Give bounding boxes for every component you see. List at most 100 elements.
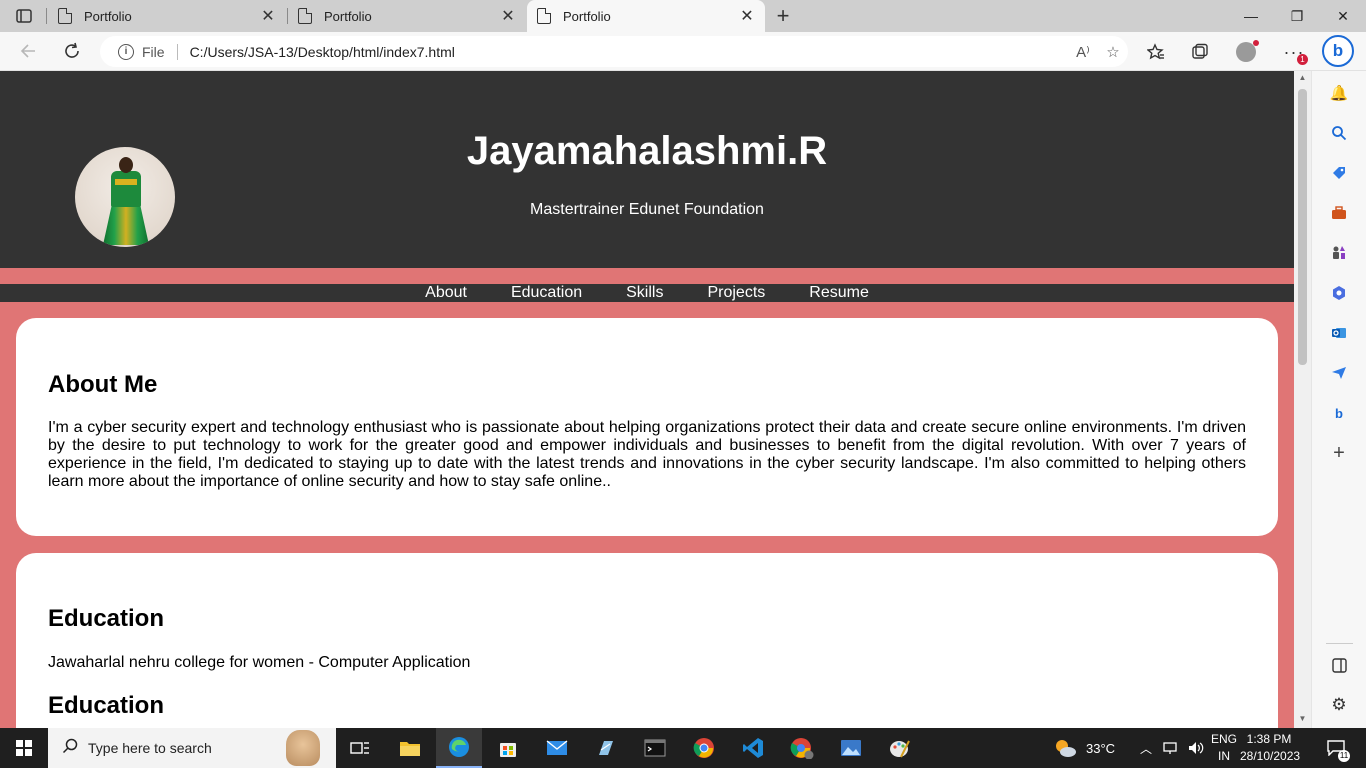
- tab-1[interactable]: Portfolio ✕: [48, 0, 286, 32]
- file-explorer-icon[interactable]: [387, 728, 433, 768]
- address-bar[interactable]: i File C:/Users/JSA-13/Desktop/html/inde…: [100, 36, 1128, 67]
- games-icon[interactable]: [1329, 243, 1349, 263]
- add-icon[interactable]: +: [1329, 442, 1349, 464]
- bing-copilot-button[interactable]: b: [1322, 35, 1354, 67]
- search-placeholder: Type here to search: [88, 740, 212, 756]
- gear-icon[interactable]: ⚙: [1329, 695, 1349, 715]
- new-tab-button[interactable]: +: [772, 4, 794, 28]
- start-button[interactable]: [0, 728, 48, 768]
- tab-title: Portfolio: [84, 8, 132, 24]
- edge-browser-icon[interactable]: [436, 728, 482, 768]
- weather-temperature: 33°C: [1086, 740, 1116, 756]
- favorites-icon[interactable]: [1144, 40, 1168, 64]
- system-tray: ︿: [1140, 728, 1204, 768]
- search-icon: [62, 738, 78, 759]
- microsoft-store-icon[interactable]: [485, 728, 531, 768]
- clock-date: 28/10/2023: [1240, 749, 1301, 763]
- bing-icon[interactable]: b: [1329, 403, 1349, 423]
- notification-badge: 1: [1297, 54, 1308, 65]
- back-arrow-icon: [20, 44, 35, 58]
- notification-center-button[interactable]: 11: [1316, 728, 1356, 768]
- tab-title: Portfolio: [324, 8, 372, 24]
- address-separator: [176, 43, 178, 60]
- notepad-app-icon[interactable]: [583, 728, 629, 768]
- split-screen-icon[interactable]: [1329, 655, 1349, 675]
- about-text: I'm a cyber security expert and technolo…: [48, 419, 1246, 490]
- paint-icon[interactable]: [877, 728, 923, 768]
- site-nav: About Education Skills Projects Resume: [0, 284, 1294, 302]
- refresh-icon: [65, 42, 79, 58]
- collections-icon[interactable]: [1188, 40, 1212, 64]
- back-button[interactable]: [15, 39, 41, 63]
- edge-sidebar: 🔔 b + ⚙: [1311, 71, 1366, 728]
- volume-icon[interactable]: [1188, 741, 1204, 755]
- add-favorite-icon[interactable]: ☆: [1098, 43, 1128, 61]
- chrome-profile-icon[interactable]: [779, 728, 825, 768]
- bell-icon[interactable]: 🔔: [1329, 83, 1349, 103]
- tab-separator: [46, 8, 47, 24]
- taskbar-clock[interactable]: 1:38 PM 28/10/2023: [1240, 731, 1301, 765]
- education-entry: Jawaharlal nehru college for women - Com…: [48, 654, 471, 671]
- read-aloud-icon[interactable]: A⁾: [1068, 43, 1098, 61]
- education-card: Education Jawaharlal nehru college for w…: [16, 553, 1278, 728]
- page-icon: [298, 8, 312, 24]
- scroll-down-icon[interactable]: ▼: [1298, 714, 1307, 724]
- close-icon[interactable]: ✕: [500, 6, 516, 26]
- site-header: Jayamahalashmi.R Mastertrainer Edunet Fo…: [0, 71, 1294, 268]
- page-icon: [58, 8, 72, 24]
- region-code: IN: [1218, 749, 1230, 763]
- site-name: Jayamahalashmi.R: [466, 129, 828, 173]
- nav-skills-link[interactable]: Skills: [626, 284, 663, 302]
- close-icon[interactable]: ✕: [260, 6, 276, 26]
- task-view-icon[interactable]: [337, 728, 383, 768]
- notification-count-badge: 11: [1338, 750, 1350, 762]
- taskbar-search-box[interactable]: Type here to search: [48, 728, 336, 768]
- weather-widget[interactable]: 33°C: [1052, 728, 1115, 768]
- vscode-icon[interactable]: [730, 728, 776, 768]
- nav-education-link[interactable]: Education: [511, 284, 582, 302]
- refresh-button[interactable]: [59, 39, 85, 63]
- weather-sun-icon: [1056, 740, 1076, 757]
- restore-button[interactable]: ❐: [1274, 0, 1320, 32]
- sidebar-separator: [1326, 643, 1353, 644]
- scroll-thumb[interactable]: [1298, 89, 1307, 365]
- clock-time: 1:38 PM: [1246, 732, 1292, 746]
- scroll-up-icon[interactable]: ▲: [1298, 73, 1307, 83]
- tab-2[interactable]: Portfolio ✕: [288, 0, 526, 32]
- close-window-button[interactable]: ✕: [1320, 0, 1366, 32]
- nav-resume-link[interactable]: Resume: [809, 284, 869, 302]
- shopping-tag-icon[interactable]: [1329, 163, 1349, 183]
- tab-title: Portfolio: [563, 8, 611, 24]
- nav-projects-link[interactable]: Projects: [707, 284, 765, 302]
- page-viewport: Jayamahalashmi.R Mastertrainer Edunet Fo…: [0, 71, 1294, 728]
- tab-3-active[interactable]: Portfolio ✕: [527, 0, 765, 32]
- send-icon[interactable]: [1329, 363, 1349, 383]
- windows-logo-icon: [16, 740, 32, 756]
- chrome-icon[interactable]: [681, 728, 727, 768]
- about-heading: About Me: [48, 371, 158, 398]
- settings-more-icon[interactable]: ··· 1: [1282, 40, 1308, 65]
- mail-icon[interactable]: [534, 728, 580, 768]
- site-tagline: Mastertrainer Edunet Foundation: [530, 201, 764, 218]
- chevron-up-icon[interactable]: ︿: [1140, 740, 1152, 757]
- page-icon: [537, 8, 551, 24]
- browser-toolbar: i File C:/Users/JSA-13/Desktop/html/inde…: [0, 32, 1366, 71]
- search-icon[interactable]: [1329, 123, 1349, 143]
- education-heading-2: Education: [48, 692, 165, 719]
- profile-avatar-icon[interactable]: [1234, 40, 1259, 64]
- minimize-button[interactable]: —: [1228, 0, 1274, 32]
- url-text[interactable]: C:/Users/JSA-13/Desktop/html/index7.html: [190, 44, 1068, 60]
- input-language-indicator[interactable]: ENG IN: [1208, 731, 1240, 765]
- network-icon[interactable]: [1162, 741, 1178, 755]
- page-scrollbar[interactable]: ▲ ▼: [1294, 71, 1311, 728]
- toolbox-icon[interactable]: [1329, 203, 1349, 223]
- terminal-icon[interactable]: [632, 728, 678, 768]
- nav-about-link[interactable]: About: [425, 284, 467, 302]
- outlook-icon[interactable]: [1329, 323, 1349, 343]
- photos-icon[interactable]: [828, 728, 874, 768]
- close-icon[interactable]: ✕: [739, 6, 755, 26]
- tab-actions-icon[interactable]: [10, 6, 38, 26]
- windows-taskbar: Type here to search 33°C ︿ ENG IN 1:38 P…: [0, 728, 1366, 768]
- info-icon[interactable]: i: [118, 43, 134, 60]
- microsoft-365-icon[interactable]: [1329, 283, 1349, 303]
